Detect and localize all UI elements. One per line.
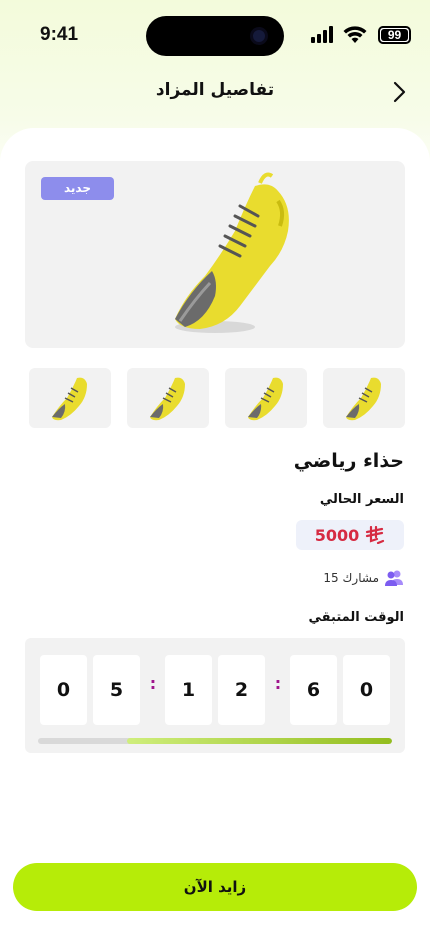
shoe-thumbnail-icon <box>52 377 87 421</box>
wifi-icon <box>343 26 367 43</box>
price-value: 5000 <box>314 525 360 545</box>
thumbnail-strip <box>29 368 405 428</box>
thumbnail-2[interactable] <box>127 368 209 428</box>
current-price: 5000 <box>296 520 404 550</box>
page-title: تفاصيل المزاد <box>155 80 275 100</box>
bid-now-button[interactable]: زايد الآن <box>13 863 417 911</box>
shoe-thumbnail-icon <box>346 377 381 421</box>
thumbnail-1[interactable] <box>29 368 111 428</box>
camera-icon <box>250 27 268 45</box>
time-progress-bar <box>38 738 392 744</box>
timer-digit: 0 <box>343 655 390 725</box>
status-bar: 9:41 99 <box>0 0 430 70</box>
dynamic-island <box>146 16 284 56</box>
participants-count: 15 مشارك <box>323 571 379 585</box>
header: تفاصيل المزاد <box>0 70 430 114</box>
new-badge: جديد <box>41 177 114 200</box>
timer-digit: 1 <box>165 655 212 725</box>
battery-level: 99 <box>381 29 408 41</box>
timer-digit: 5 <box>93 655 140 725</box>
shoe-thumbnail-icon <box>248 377 283 421</box>
participants: 15 مشارك <box>323 570 404 586</box>
shoe-image <box>175 172 289 333</box>
timer-digit: 0 <box>40 655 87 725</box>
remaining-time-label: الوقت المتبقي <box>308 610 404 625</box>
thumbnail-4[interactable] <box>323 368 405 428</box>
product-main-image[interactable]: جديد <box>25 161 405 348</box>
users-icon <box>385 570 403 586</box>
product-name: حذاء رياضي <box>293 450 404 472</box>
price-label: السعر الحالي <box>319 492 404 507</box>
thumbnail-3[interactable] <box>225 368 307 428</box>
battery-icon: 99 <box>378 26 411 44</box>
riyal-currency-icon <box>366 526 385 544</box>
timer-digit: 6 <box>290 655 337 725</box>
timer-separator: : <box>149 674 157 693</box>
time-progress-fill <box>126 738 392 744</box>
timer-digit: 2 <box>218 655 265 725</box>
shoe-thumbnail-icon <box>150 377 185 421</box>
timer-separator: : <box>274 674 282 693</box>
countdown-timer: 0 5 : 1 2 : 6 0 <box>25 638 405 753</box>
signal-icon <box>311 26 333 43</box>
status-time: 9:41 <box>40 24 79 45</box>
auction-card: جديد حذاء رياضي السعر الحالي 5000 15 مشا… <box>0 128 430 778</box>
